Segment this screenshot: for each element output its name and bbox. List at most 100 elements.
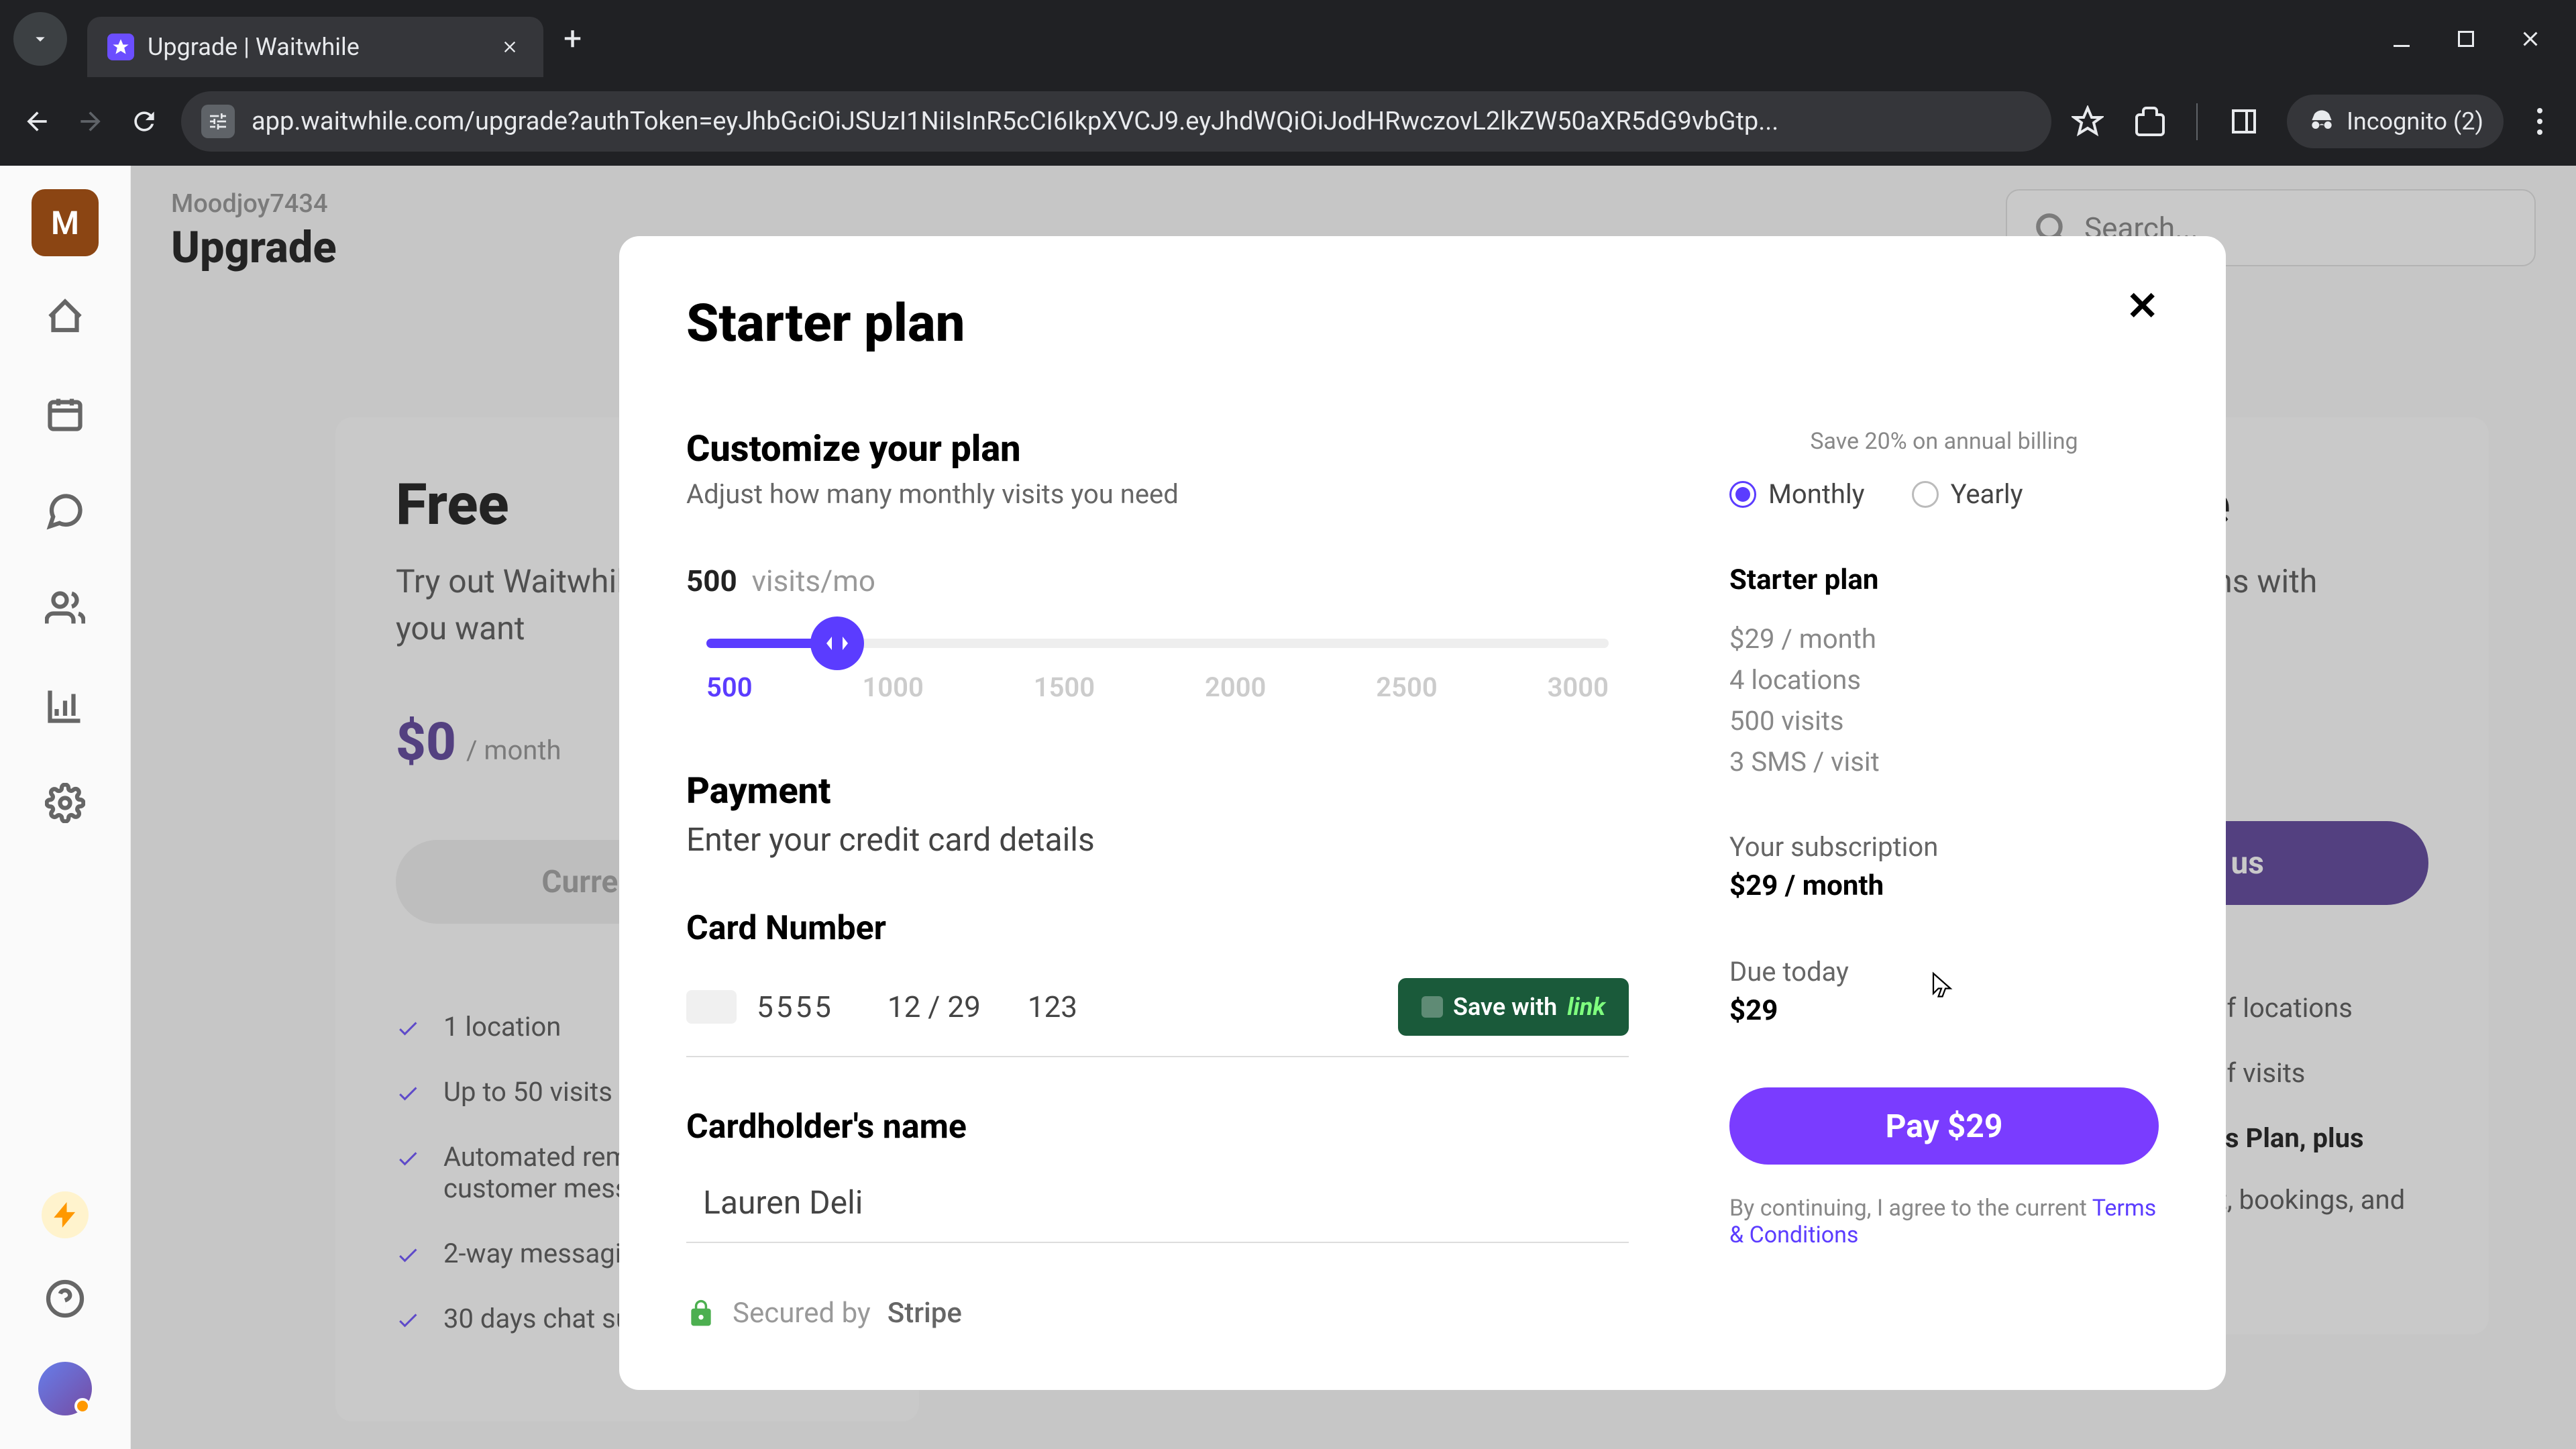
cardholder-name-label: Cardholder's name [686, 1108, 1629, 1146]
summary-line: 500 visits [1729, 705, 2159, 737]
sidebar-nav [45, 297, 85, 823]
users-icon[interactable] [45, 588, 85, 629]
window-controls [2390, 27, 2563, 51]
slider-tick: 2500 [1376, 672, 1437, 703]
secured-by: Secured by Stripe [686, 1297, 1629, 1330]
sidebar-bottom [38, 1191, 92, 1449]
org-badge[interactable]: M [32, 189, 99, 256]
new-tab-button[interactable]: + [564, 19, 582, 58]
tab-bar: Upgrade | Waitwhile + [0, 0, 2576, 77]
app: M Moodjoy7434 Upgrade [0, 166, 2576, 1449]
save-note: Save 20% on annual billing [1729, 428, 2159, 455]
modal-close-button[interactable]: ✕ [2126, 283, 2159, 329]
url-text: app.waitwhile.com/upgrade?authToken=eyJh… [252, 107, 1778, 136]
billing-monthly-radio[interactable]: Monthly [1729, 478, 1865, 510]
terms-text: By continuing, I agree to the current Te… [1729, 1195, 2159, 1248]
card-number-label: Card Number [686, 909, 1629, 948]
slider-tick: 3000 [1548, 672, 1609, 703]
pay-button[interactable]: Pay $29 [1729, 1087, 2159, 1165]
secured-brand: Stripe [888, 1297, 962, 1330]
slider-tick: 500 [706, 672, 753, 703]
visits-label: 500 visits/mo [686, 564, 1629, 598]
lock-icon [686, 1299, 716, 1328]
slider-thumb[interactable] [810, 616, 864, 670]
billing-yearly-radio[interactable]: Yearly [1912, 478, 2023, 510]
cardholder-name-input[interactable]: Lauren Deli [686, 1177, 1629, 1243]
card-number-field[interactable]: 5555 12 / 29 123 Save with link [686, 978, 1629, 1057]
side-panel-icon[interactable] [2228, 105, 2260, 138]
billing-toggle: Monthly Yearly [1729, 478, 2159, 510]
sidebar: M [0, 166, 131, 1449]
incognito-icon [2307, 107, 2337, 136]
incognito-label: Incognito (2) [2347, 107, 2483, 136]
summary-line: 3 SMS / visit [1729, 746, 2159, 777]
analytics-icon[interactable] [45, 686, 85, 726]
tab-favicon-icon [107, 34, 134, 60]
bolt-icon [52, 1201, 78, 1228]
maximize-icon[interactable] [2454, 27, 2478, 51]
radio-label: Yearly [1951, 478, 2023, 510]
incognito-badge[interactable]: Incognito (2) [2287, 95, 2504, 148]
chevron-down-icon [30, 28, 51, 50]
reload-icon [129, 107, 159, 136]
starter-plan-modal: Starter plan ✕ Customize your plan Adjus… [619, 236, 2226, 1390]
browser-chrome: Upgrade | Waitwhile + app.waitwhile.com/… [0, 0, 2576, 166]
card-last4: 5555 [757, 989, 834, 1024]
checkbox-icon [1421, 996, 1443, 1018]
tab-title: Upgrade | Waitwhile [148, 33, 483, 61]
visits-unit: visits/mo [752, 564, 875, 598]
link-logo: link [1567, 993, 1605, 1021]
card-cvc: 123 [1028, 989, 1077, 1024]
site-info-button[interactable] [201, 105, 235, 138]
slider-ticks: 500 1000 1500 2000 2500 3000 [706, 672, 1609, 703]
arrow-left-icon [22, 107, 52, 136]
window-close-icon[interactable] [2518, 27, 2542, 51]
summary-lines: $29 / month 4 locations 500 visits 3 SMS… [1729, 623, 2159, 777]
forward-button[interactable] [74, 105, 107, 138]
back-button[interactable] [20, 105, 54, 138]
tab-close-button[interactable] [496, 34, 523, 60]
payment-sub: Enter your credit card details [686, 820, 1629, 859]
save-with-link-button[interactable]: Save with link [1398, 978, 1629, 1036]
summary-plan-name: Starter plan [1729, 564, 2159, 596]
extensions-icon[interactable] [2134, 105, 2166, 138]
drag-handle-icon [824, 633, 851, 653]
save-link-label: Save with [1453, 993, 1557, 1021]
main-area: Moodjoy7434 Upgrade Free Try out Waitwhi… [131, 166, 2576, 1449]
customize-title: Customize your plan [686, 428, 1629, 470]
subscription-value: $29 / month [1729, 869, 2159, 902]
card-brand-icon [686, 990, 737, 1024]
slider-tick: 1500 [1034, 672, 1095, 703]
url-bar: app.waitwhile.com/upgrade?authToken=eyJh… [0, 77, 2576, 166]
bolt-button[interactable] [42, 1191, 89, 1238]
summary-line: 4 locations [1729, 664, 2159, 696]
terms-pre: By continuing, I agree to the current [1729, 1195, 2092, 1222]
home-icon[interactable] [45, 297, 85, 337]
calendar-icon[interactable] [45, 394, 85, 434]
gear-icon[interactable] [45, 783, 85, 823]
avatar-status-dot [74, 1398, 91, 1414]
visits-value: 500 [686, 564, 737, 598]
avatar-button[interactable] [38, 1362, 92, 1415]
subscription-label: Your subscription [1729, 831, 2159, 863]
tune-icon [207, 111, 229, 132]
due-today-value: $29 [1729, 994, 2159, 1027]
payment-title: Payment [686, 770, 1629, 812]
visits-slider[interactable]: 500 1000 1500 2000 2500 3000 [686, 639, 1629, 703]
help-button[interactable] [45, 1279, 85, 1322]
minimize-icon[interactable] [2390, 27, 2414, 51]
arrow-right-icon [76, 107, 105, 136]
radio-label: Monthly [1768, 478, 1865, 510]
url-actions [2072, 103, 2267, 140]
chat-icon[interactable] [45, 491, 85, 531]
secured-text: Secured by [733, 1297, 871, 1330]
browser-menu-button[interactable] [2524, 108, 2556, 135]
tab-search-button[interactable] [13, 12, 67, 66]
url-field[interactable]: app.waitwhile.com/upgrade?authToken=eyJh… [181, 91, 2051, 152]
reload-button[interactable] [127, 105, 161, 138]
help-icon [45, 1279, 85, 1319]
card-expiry: 12 / 29 [888, 989, 981, 1024]
customize-sub: Adjust how many monthly visits you need [686, 478, 1629, 510]
browser-tab[interactable]: Upgrade | Waitwhile [87, 17, 543, 77]
star-icon[interactable] [2072, 105, 2104, 138]
